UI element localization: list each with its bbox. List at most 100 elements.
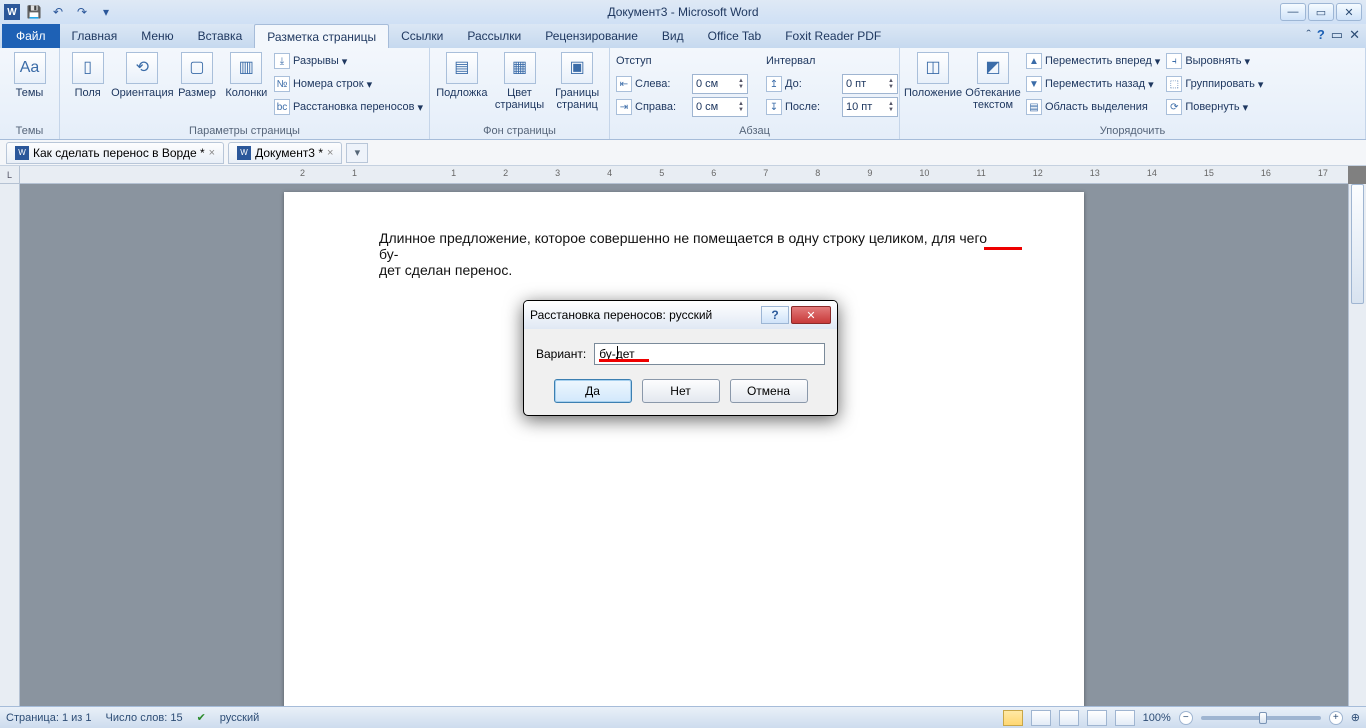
page-status[interactable]: Страница: 1 из 1	[6, 712, 92, 724]
tab-home[interactable]: Главная	[60, 24, 130, 48]
orientation-button[interactable]: ⟲Ориентация	[115, 50, 169, 99]
orientation-icon: ⟲	[126, 52, 158, 84]
indent-left-spinner[interactable]: 0 см▲▼	[692, 74, 748, 94]
group-icon: ⬚	[1166, 76, 1182, 92]
language-status[interactable]: русский	[220, 712, 259, 724]
indent-left-label: Слева:	[635, 78, 689, 90]
tab-insert[interactable]: Вставка	[186, 24, 255, 48]
restore-button[interactable]: ▭	[1308, 3, 1334, 21]
spacing-before-spinner[interactable]: 0 пт▲▼	[842, 74, 898, 94]
close-doc-icon[interactable]: ✕	[1349, 27, 1360, 43]
zoom-slider-thumb[interactable]	[1259, 712, 1267, 724]
bring-forward-button[interactable]: ▲Переместить вперед ▾	[1026, 50, 1160, 72]
page-borders-button[interactable]: ▣Границы страниц	[551, 50, 603, 111]
close-tab-icon[interactable]: ×	[209, 147, 215, 159]
line-numbers-button[interactable]: №Номера строк ▾	[274, 73, 423, 95]
send-backward-label: Переместить назад	[1045, 78, 1145, 90]
document-tab-bar: W Как сделать перенос в Ворде * × W Доку…	[0, 140, 1366, 166]
zoom-percent[interactable]: 100%	[1143, 712, 1171, 724]
zoom-slider[interactable]	[1201, 716, 1321, 720]
watermark-icon: ▤	[446, 52, 478, 84]
word-count[interactable]: Число слов: 15	[106, 712, 183, 724]
web-layout-view-button[interactable]	[1059, 710, 1079, 726]
close-button[interactable]: ✕	[1336, 3, 1362, 21]
vertical-ruler[interactable]	[0, 184, 20, 706]
position-button[interactable]: ◫Положение	[906, 50, 960, 99]
vertical-scrollbar[interactable]	[1348, 184, 1366, 706]
tab-view[interactable]: Вид	[650, 24, 696, 48]
cancel-button[interactable]: Отмена	[730, 379, 808, 403]
columns-icon: ▥	[230, 52, 262, 84]
document-tab-1[interactable]: W Как сделать перенос в Ворде * ×	[6, 142, 224, 164]
zoom-in-button[interactable]: +	[1329, 711, 1343, 725]
tab-menu[interactable]: Меню	[129, 24, 185, 48]
page[interactable]: Длинное предложение, которое совершенно …	[284, 192, 1084, 706]
indent-left-value: 0 см	[696, 78, 718, 90]
align-icon: ⫞	[1166, 53, 1182, 69]
window-title: Документ3 - Microsoft Word	[0, 5, 1366, 19]
indent-right-spinner[interactable]: 0 см▲▼	[692, 97, 748, 117]
scroll-thumb[interactable]	[1351, 184, 1364, 304]
selection-pane-label: Область выделения	[1045, 101, 1148, 113]
watermark-button[interactable]: ▤Подложка	[436, 50, 488, 99]
tab-references[interactable]: Ссылки	[389, 24, 455, 48]
tab-review[interactable]: Рецензирование	[533, 24, 650, 48]
full-screen-reading-view-button[interactable]	[1031, 710, 1051, 726]
no-button[interactable]: Нет	[642, 379, 720, 403]
tab-mailings[interactable]: Рассылки	[455, 24, 533, 48]
redo-icon[interactable]: ↷	[72, 3, 92, 21]
zoom-out-button[interactable]: −	[1179, 711, 1193, 725]
rotate-button[interactable]: ⟳Повернуть ▾	[1166, 96, 1263, 118]
save-icon[interactable]: 💾	[24, 3, 44, 21]
margins-label: Поля	[75, 87, 101, 99]
themes-button[interactable]: Aa Темы	[6, 50, 53, 99]
hyphenation-button[interactable]: bcРасстановка переносов ▾	[274, 96, 423, 118]
no-label: Нет	[670, 384, 690, 398]
align-label: Выровнять	[1185, 55, 1241, 67]
size-button[interactable]: ▢Размер	[175, 50, 218, 99]
wrap-text-button[interactable]: ◩Обтекание текстом	[966, 50, 1020, 111]
ribbon-minimize-icon[interactable]: ˆ	[1307, 27, 1311, 43]
dialog-titlebar[interactable]: Расстановка переносов: русский ? ✕	[524, 301, 837, 329]
margins-button[interactable]: ▯Поля	[66, 50, 109, 99]
align-button[interactable]: ⫞Выровнять ▾	[1166, 50, 1263, 72]
annotation-red-line	[599, 359, 649, 362]
close-tab-icon[interactable]: ×	[327, 147, 333, 159]
qat-customize-icon[interactable]: ▾	[96, 3, 116, 21]
zoom-fit-icon[interactable]: ⊕	[1351, 711, 1360, 724]
tab-selector[interactable]: L	[0, 166, 20, 184]
dialog-close-button[interactable]: ✕	[791, 306, 831, 324]
send-backward-button[interactable]: ▼Переместить назад ▾	[1026, 73, 1160, 95]
file-tab[interactable]: Файл	[2, 24, 60, 48]
themes-icon: Aa	[14, 52, 46, 84]
document-tab-2[interactable]: W Документ3 * ×	[228, 142, 342, 164]
group-arrange-name: Упорядочить	[900, 125, 1365, 137]
wrap-text-icon: ◩	[977, 52, 1009, 84]
variant-input[interactable]: бу-дет	[594, 343, 825, 365]
group-button[interactable]: ⬚Группировать ▾	[1166, 73, 1263, 95]
minimize-button[interactable]: —	[1280, 3, 1306, 21]
tab-foxit[interactable]: Foxit Reader PDF	[773, 24, 893, 48]
page-color-button[interactable]: ▦Цвет страницы	[494, 50, 546, 111]
tab-office-tab[interactable]: Office Tab	[696, 24, 774, 48]
columns-button[interactable]: ▥Колонки	[225, 50, 268, 99]
spell-check-icon[interactable]: ✔	[197, 711, 206, 724]
tab-page-layout[interactable]: Разметка страницы	[254, 24, 389, 48]
selection-pane-button[interactable]: ▤Область выделения	[1026, 96, 1160, 118]
breaks-button[interactable]: ⤓Разрывы ▾	[274, 50, 423, 72]
spacing-after-spinner[interactable]: 10 пт▲▼	[842, 97, 898, 117]
new-document-tab[interactable]: ▾	[346, 143, 368, 163]
word-doc-icon: W	[15, 146, 29, 160]
spacing-before-value: 0 пт	[846, 78, 866, 90]
draft-view-button[interactable]	[1115, 710, 1135, 726]
horizontal-ruler[interactable]: 211234567891011121314151617	[20, 166, 1348, 184]
undo-icon[interactable]: ↶	[48, 3, 68, 21]
help-icon[interactable]: ?	[1317, 27, 1325, 43]
yes-button[interactable]: Да	[554, 379, 632, 403]
print-layout-view-button[interactable]	[1003, 710, 1023, 726]
group-page-setup-name: Параметры страницы	[60, 125, 429, 137]
ribbon-display-icon[interactable]: ▭	[1331, 27, 1343, 43]
outline-view-button[interactable]	[1087, 710, 1107, 726]
document-canvas[interactable]: Длинное предложение, которое совершенно …	[20, 184, 1348, 706]
dialog-help-button[interactable]: ?	[761, 306, 789, 324]
